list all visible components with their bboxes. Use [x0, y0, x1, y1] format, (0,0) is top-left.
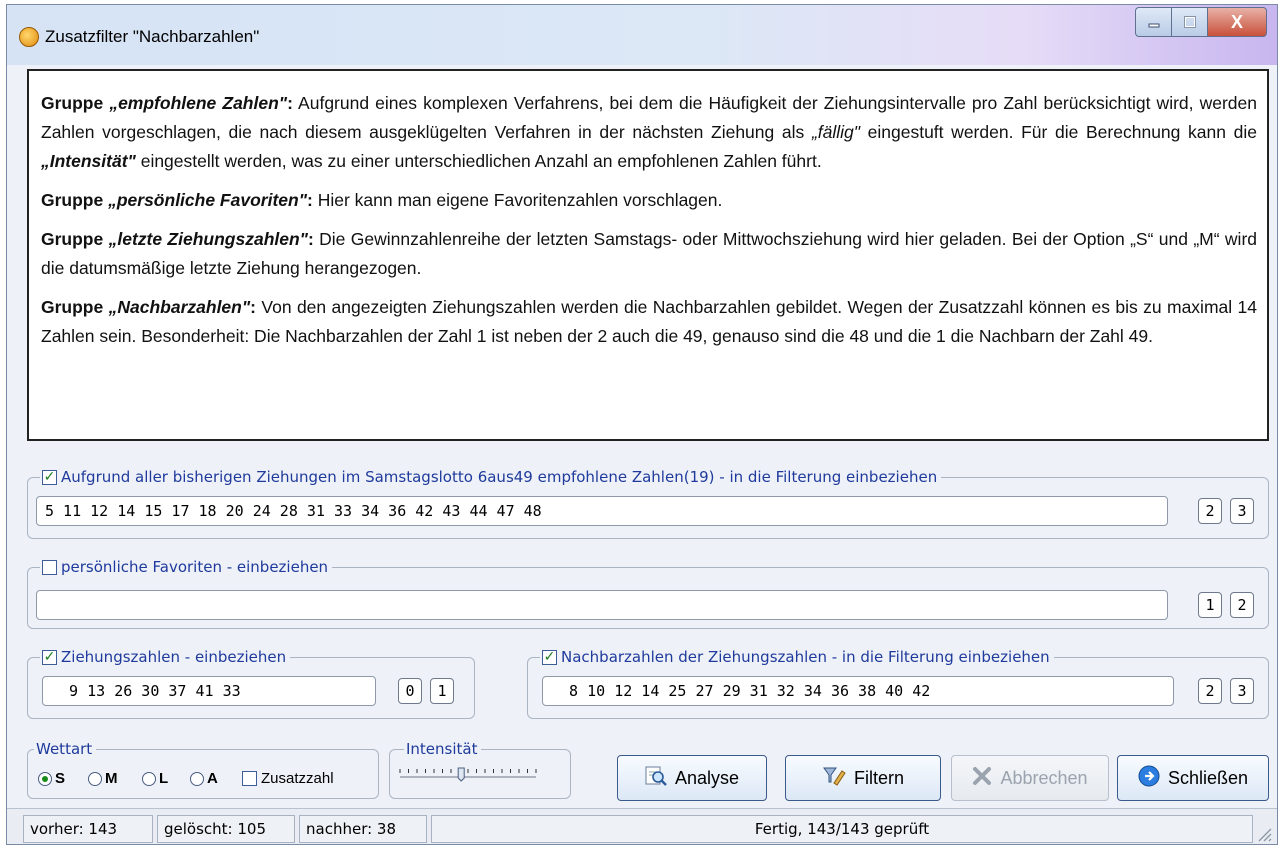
help-group-lead: Gruppe — [41, 93, 110, 113]
wettart-option-a-label: A — [207, 770, 218, 787]
exit-icon — [1138, 765, 1160, 792]
schliessen-button[interactable]: Schließen — [1117, 755, 1269, 801]
zusatzzahl-label: Zusatzzahl — [261, 770, 334, 787]
wettart-group: Wettart S M L A Zusatzzahl — [27, 740, 379, 799]
help-group-lead: Gruppe — [41, 297, 109, 317]
neighbor-numbers-legend: ✓ Nachbarzahlen der Ziehungszahlen - in … — [540, 648, 1054, 666]
recommended-numbers-field[interactable]: 5 11 12 14 15 17 18 20 24 28 31 33 34 36… — [36, 496, 1168, 526]
filtern-label: Filtern — [853, 767, 904, 788]
favorites-field[interactable] — [36, 590, 1168, 620]
favorites-button-1[interactable]: 1 — [1198, 592, 1222, 618]
recommended-button-3[interactable]: 3 — [1230, 498, 1254, 524]
wettart-option-s[interactable]: S — [38, 770, 65, 787]
wettart-option-a[interactable]: A — [190, 770, 218, 787]
neighbor-numbers-field[interactable]: 8 10 12 14 25 27 29 31 32 34 36 38 40 42 — [542, 676, 1174, 706]
favorites-legend: persönliche Favoriten - einbeziehen — [40, 558, 333, 576]
neighbor-numbers-group: ✓ Nachbarzahlen der Ziehungszahlen - in … — [527, 648, 1269, 719]
dialog-window: Zusatzfilter "Nachbarzahlen" X Gruppe „e… — [6, 4, 1278, 845]
filtern-button[interactable]: Filtern — [785, 755, 941, 801]
minimize-button[interactable] — [1135, 7, 1171, 37]
close-icon: X — [1230, 11, 1243, 32]
recommended-numbers-label: Aufgrund aller bisherigen Ziehungen im S… — [61, 468, 938, 486]
help-text: Hier kann man eigene Favoritenzahlen vor… — [312, 190, 723, 210]
draw-button-1[interactable]: 1 — [430, 678, 454, 704]
favorites-label: persönliche Favoriten - einbeziehen — [61, 558, 329, 576]
wettart-radio-l[interactable] — [142, 771, 156, 786]
window-controls: X — [1135, 7, 1267, 39]
draw-numbers-checkbox[interactable]: ✓ — [42, 649, 57, 665]
help-group-name: „empfohlene Zahlen" — [109, 93, 288, 113]
draw-numbers-legend: ✓ Ziehungszahlen - einbeziehen — [40, 648, 291, 666]
favorites-group: persönliche Favoriten - einbeziehen 1 2 — [27, 558, 1269, 629]
help-paragraph: Gruppe „empfohlene Zahlen": Aufgrund ein… — [41, 89, 1257, 176]
help-group-name: „letzte Ziehungszahlen" — [108, 229, 308, 249]
intensitaet-group: Intensität — [389, 740, 571, 799]
status-bar: vorher: 143 gelöscht: 105 nachher: 38 Fe… — [7, 808, 1277, 844]
close-button[interactable]: X — [1207, 7, 1267, 37]
title-bar[interactable]: Zusatzfilter "Nachbarzahlen" X — [7, 5, 1277, 65]
zusatzzahl-option[interactable]: Zusatzzahl — [242, 770, 334, 787]
help-text: eingestellt werden, was zu einer untersc… — [135, 151, 822, 171]
help-group-lead: Gruppe — [41, 229, 109, 249]
draw-button-0[interactable]: 0 — [398, 678, 422, 704]
maximize-icon — [1183, 16, 1196, 28]
neighbor-numbers-label: Nachbarzahlen der Ziehungszahlen - in di… — [561, 648, 1050, 666]
recommended-numbers-checkbox[interactable]: ✓ — [42, 469, 57, 485]
maximize-button[interactable] — [1171, 7, 1207, 37]
favorites-checkbox[interactable] — [42, 559, 57, 575]
draw-numbers-field[interactable]: 9 13 26 30 37 41 33 — [42, 676, 376, 706]
wettart-option-s-label: S — [55, 770, 66, 787]
status-vorher: vorher: 143 — [23, 815, 153, 843]
help-group-name: „persönliche Favoriten" — [108, 190, 307, 210]
draw-numbers-label: Ziehungszahlen - einbeziehen — [61, 648, 287, 666]
analyse-label: Analyse — [674, 767, 740, 788]
recommended-numbers-group: ✓ Aufgrund aller bisherigen Ziehungen im… — [27, 468, 1269, 539]
cancel-x-icon — [972, 766, 992, 791]
wettart-legend: Wettart — [34, 740, 97, 758]
help-text: „fällig" — [811, 122, 860, 142]
intensitaet-legend: Intensität — [404, 740, 482, 758]
neighbor-numbers-checkbox[interactable]: ✓ — [542, 649, 557, 665]
intensitaet-slider[interactable] — [398, 766, 538, 782]
abbrechen-label: Abbrechen — [1000, 767, 1088, 788]
status-geloescht: gelöscht: 105 — [157, 815, 295, 843]
help-text: „Intensität" — [41, 151, 136, 171]
recommended-numbers-legend: ✓ Aufgrund aller bisherigen Ziehungen im… — [40, 468, 942, 486]
app-icon — [19, 27, 39, 47]
wettart-option-l-label: L — [159, 770, 169, 787]
favorites-button-2[interactable]: 2 — [1230, 592, 1254, 618]
abbrechen-button[interactable]: Abbrechen — [951, 755, 1109, 801]
resize-grip-icon[interactable] — [1255, 825, 1273, 843]
wettart-option-l[interactable]: L — [142, 770, 168, 787]
neighbor-button-2[interactable]: 2 — [1198, 678, 1222, 704]
zusatzzahl-checkbox[interactable] — [242, 771, 257, 786]
help-group-name: „Nachbarzahlen" — [108, 297, 251, 317]
magnifier-icon — [645, 765, 667, 792]
schliessen-label: Schließen — [1167, 767, 1249, 788]
status-message: Fertig, 143/143 geprüft — [431, 815, 1253, 843]
minimize-icon — [1148, 23, 1159, 28]
status-nachher: nachher: 38 — [299, 815, 427, 843]
wettart-radio-s[interactable] — [38, 771, 52, 786]
help-text-panel: Gruppe „empfohlene Zahlen": Aufgrund ein… — [27, 69, 1269, 441]
help-text: eingestuft werden. Für die Berechnung ka… — [859, 122, 1257, 142]
wettart-option-m[interactable]: M — [88, 770, 118, 787]
help-paragraph: Gruppe „letzte Ziehungszahlen": Die Gewi… — [41, 225, 1257, 283]
help-paragraph: Gruppe „Nachbarzahlen": Von den angezeig… — [41, 293, 1257, 351]
help-group-lead: Gruppe — [41, 190, 109, 210]
filter-icon — [822, 765, 846, 792]
analyse-button[interactable]: Analyse — [617, 755, 767, 801]
help-paragraph: Gruppe „persönliche Favoriten": Hier kan… — [41, 186, 1257, 215]
draw-numbers-group: ✓ Ziehungszahlen - einbeziehen 9 13 26 3… — [27, 648, 475, 719]
window-title: Zusatzfilter "Nachbarzahlen" — [45, 27, 260, 46]
wettart-radio-a[interactable] — [190, 771, 204, 786]
wettart-radio-m[interactable] — [88, 771, 102, 786]
recommended-button-2[interactable]: 2 — [1198, 498, 1222, 524]
wettart-option-m-label: M — [105, 770, 118, 787]
neighbor-button-3[interactable]: 3 — [1230, 678, 1254, 704]
